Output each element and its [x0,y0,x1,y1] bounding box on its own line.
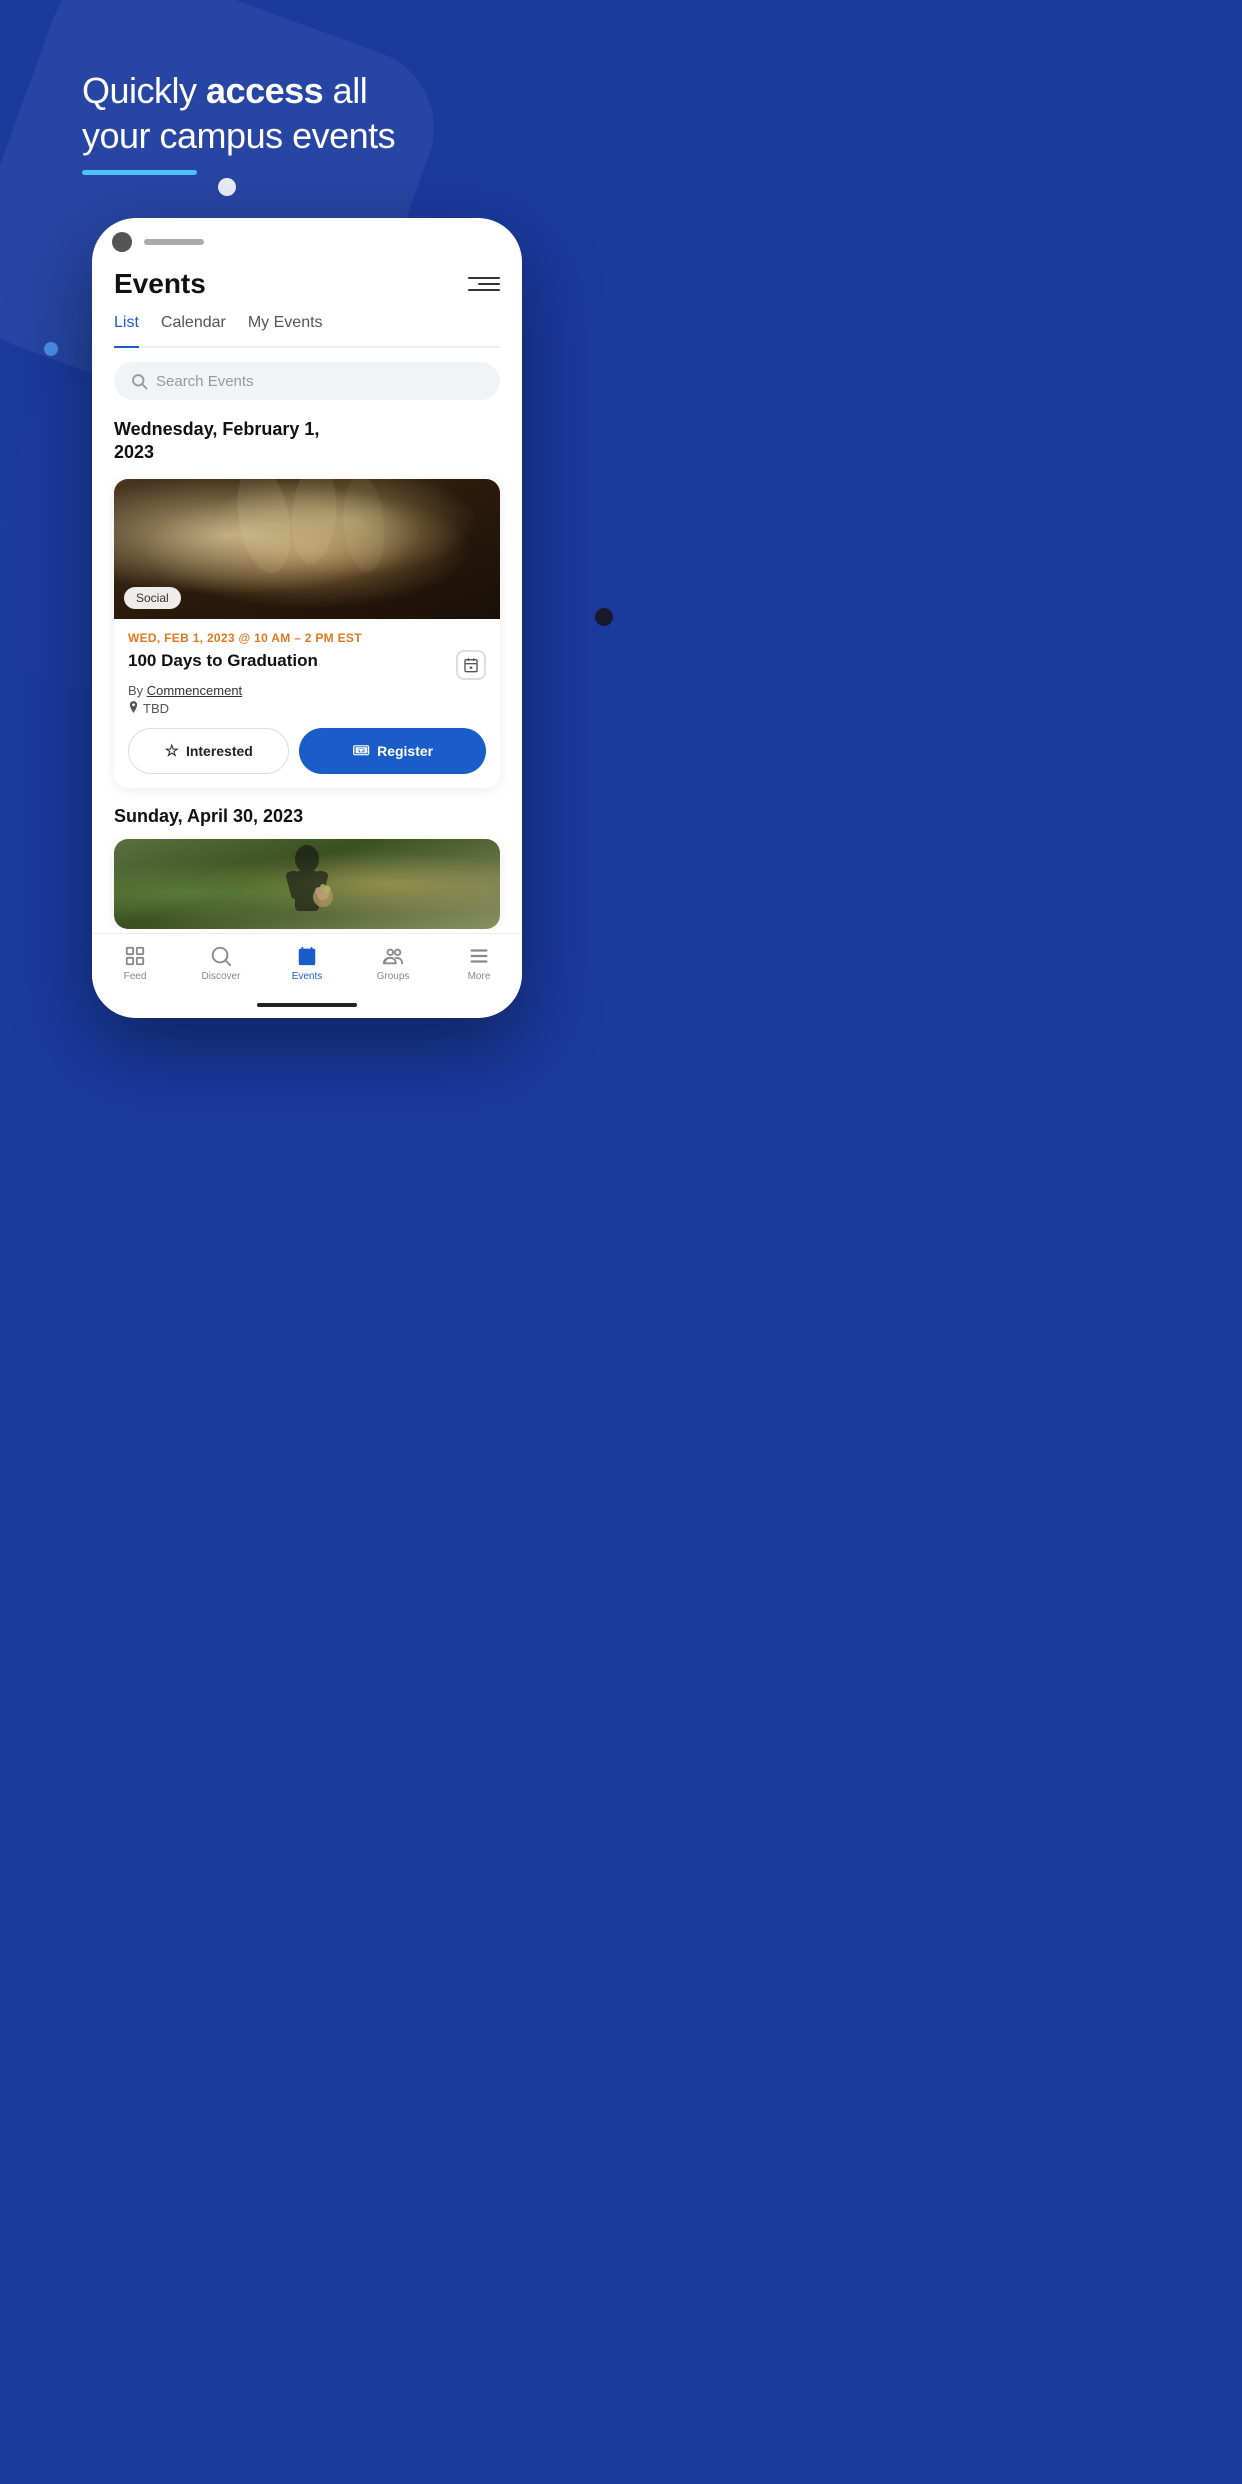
event-card-2 [114,839,500,929]
event-organizer: By Commencement [128,683,486,698]
tab-my-events[interactable]: My Events [248,314,323,336]
nav-item-feed[interactable]: Feed [92,944,178,982]
search-icon [130,372,148,390]
tab-list[interactable]: List [114,314,139,348]
filter-line-1 [468,277,500,279]
phone-camera [112,232,132,252]
bg-dot-2 [44,342,58,356]
nav-item-more[interactable]: More [436,944,522,982]
nav-label-feed: Feed [124,971,147,982]
date-heading-2: Sunday, April 30, 2023 [114,806,500,827]
phone-mockup: Events List Calendar My Events Search Ev… [92,218,522,1018]
filter-button[interactable] [468,268,500,300]
nav-item-events[interactable]: Events [264,944,350,982]
nav-label-discover: Discover [202,971,241,982]
app-content: Events List Calendar My Events Search Ev… [92,260,522,929]
nav-item-discover[interactable]: Discover [178,944,264,982]
nav-label-groups: Groups [377,971,410,982]
location-text: TBD [143,701,169,716]
nav-item-groups[interactable]: Groups [350,944,436,982]
event-date-time: WED, FEB 1, 2023 @ 10 AM – 2 PM EST [128,631,486,645]
app-title: Events [114,268,206,300]
discover-icon [209,944,233,968]
location-pin-icon [128,701,139,715]
tab-bar: List Calendar My Events [114,314,500,348]
person-silhouette [267,839,347,929]
event-image-1: Social [114,479,500,619]
event-location: TBD [128,701,486,716]
phone-speaker [144,239,204,245]
interested-label: Interested [186,743,253,759]
event-name: 100 Days to Graduation [128,650,448,672]
filter-line-3 [468,289,500,291]
bg-dot-1 [218,178,236,196]
date-heading-1: Wednesday, February 1,2023 [114,418,500,465]
phone-topbar [92,218,522,260]
event-info-1: WED, FEB 1, 2023 @ 10 AM – 2 PM EST 100 … [114,619,500,788]
events-icon [295,944,319,968]
interested-button[interactable]: ☆ Interested [128,728,289,774]
social-badge: Social [124,587,181,609]
phone-bottom-bar [92,998,522,1018]
event-image-2 [114,839,500,929]
nav-label-events: Events [292,971,323,982]
search-placeholder: Search Events [156,373,254,390]
register-label: Register [377,743,433,759]
hero-underline [82,170,197,175]
event-name-row: 100 Days to Graduation [128,650,486,680]
hero-line2: your campus events [82,115,395,156]
bg-dot-3 [595,608,613,626]
tab-calendar[interactable]: Calendar [161,314,226,336]
event-actions: ☆ Interested 🎟 Register [128,728,486,774]
add-to-calendar-button[interactable] [456,650,486,680]
bottom-nav: Feed Discover Events [92,933,522,998]
event-card-1: Social WED, FEB 1, 2023 @ 10 AM – 2 PM E… [114,479,500,788]
search-bar[interactable]: Search Events [114,362,500,400]
hero-section: Quickly access all your campus events [82,68,395,175]
feed-icon [123,944,147,968]
organizer-link[interactable]: Commencement [147,683,242,698]
groups-icon [381,944,405,968]
home-indicator [257,1003,357,1007]
nav-label-more: More [468,971,491,982]
more-icon [467,944,491,968]
register-icon: 🎟 [352,742,370,759]
hero-line1: Quickly access all [82,70,367,111]
app-header: Events [114,260,500,314]
filter-line-2 [478,283,500,285]
register-button[interactable]: 🎟 Register [299,728,486,774]
star-icon: ☆ [165,741,179,761]
calendar-add-icon [463,657,479,673]
